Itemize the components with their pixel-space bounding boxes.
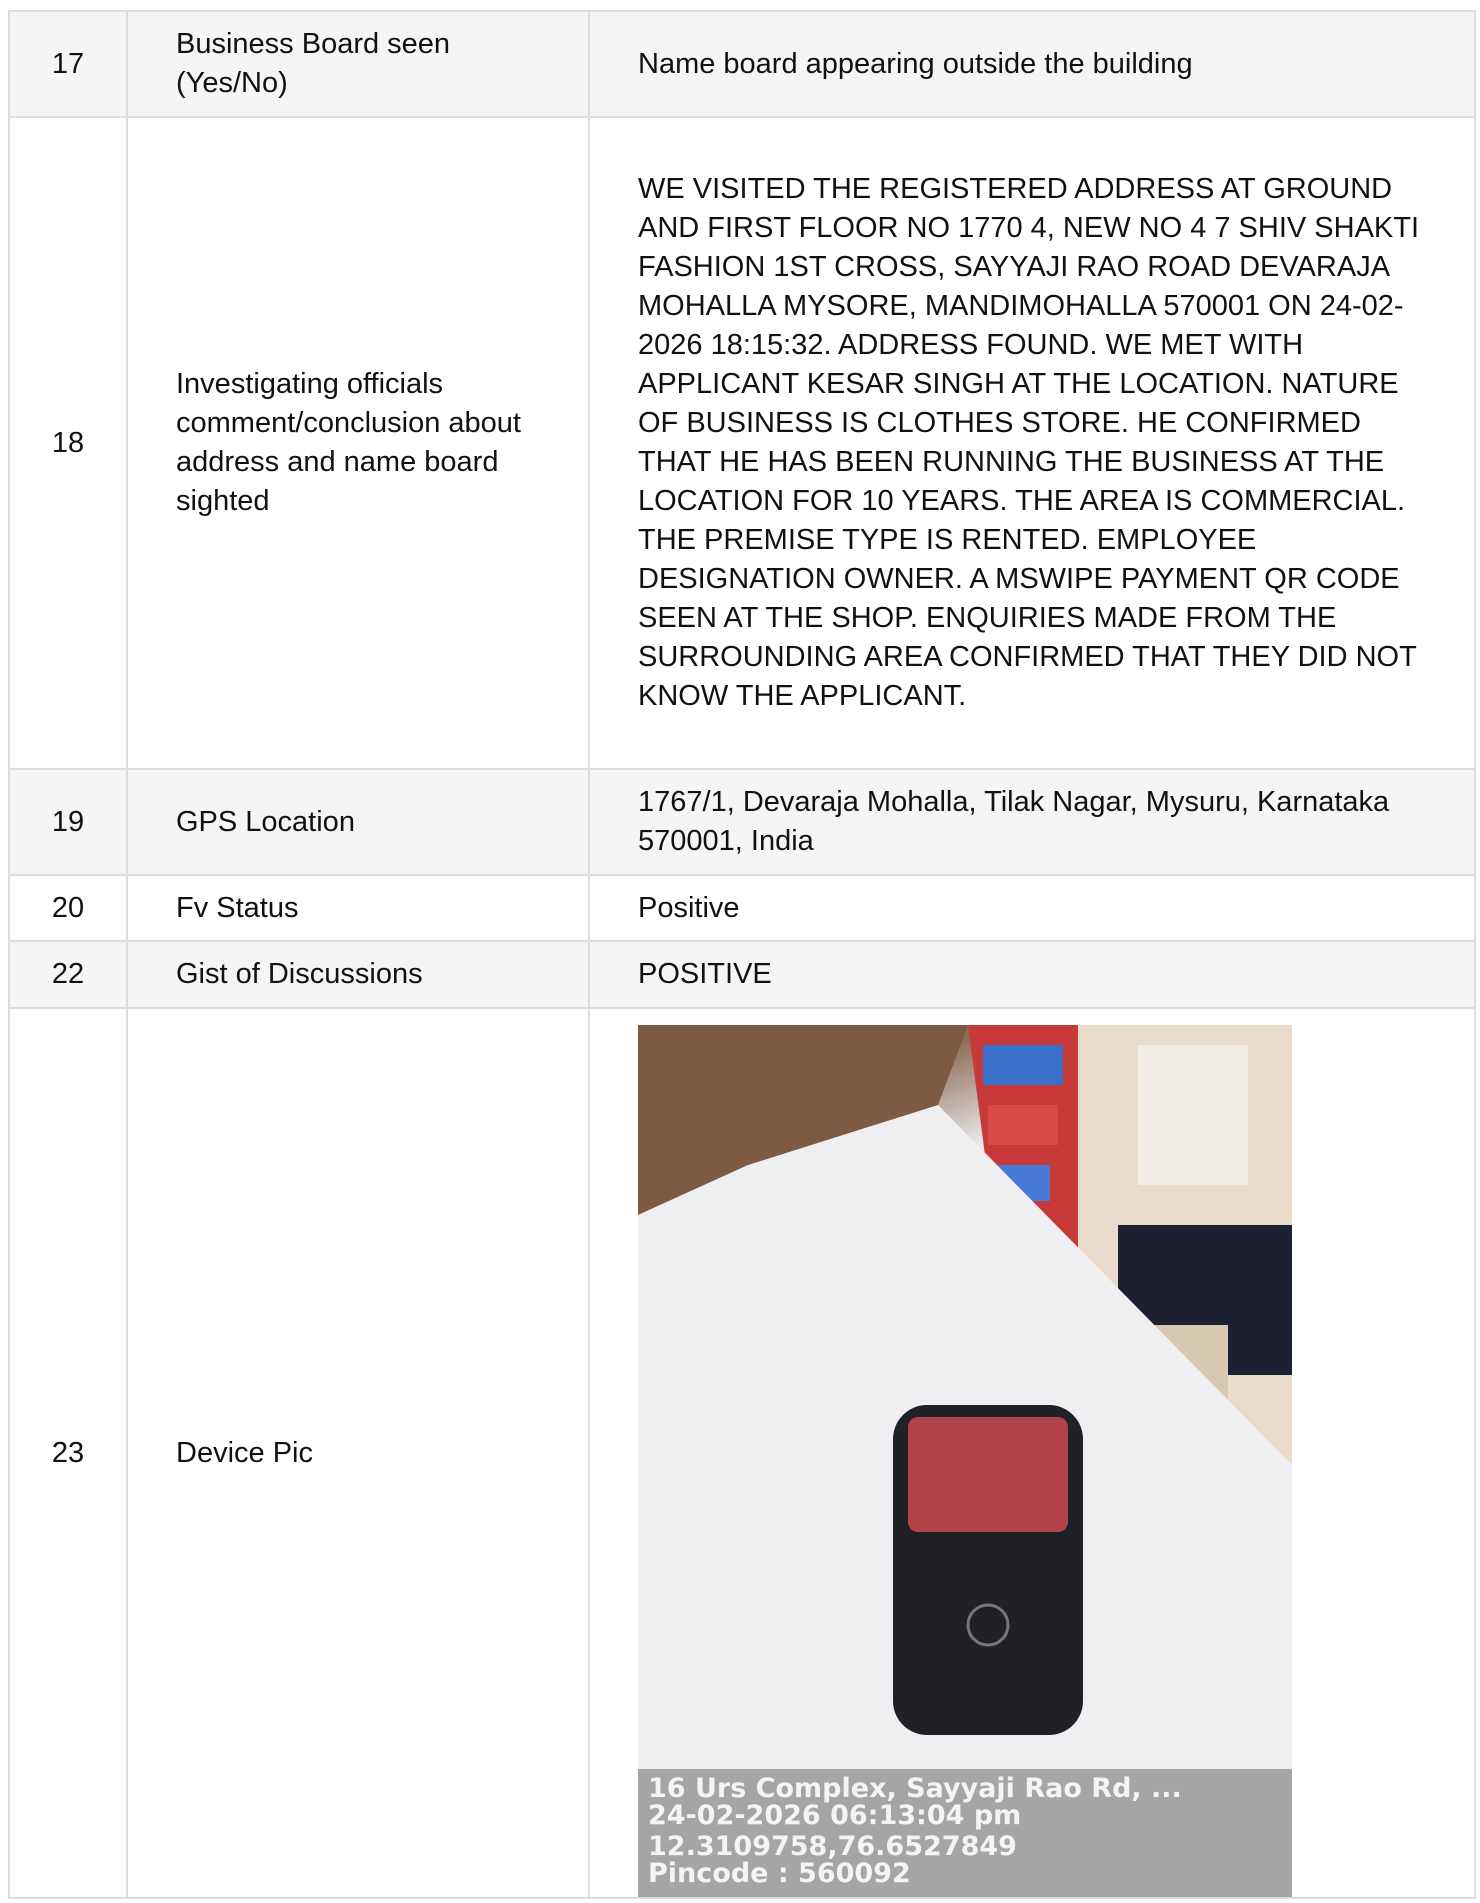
row-label: GPS Location <box>126 768 590 876</box>
table-row: 18 Investigating officials comment/concl… <box>8 116 1476 770</box>
overlay-address: 16 Urs Complex, Sayyaji Rao Rd, ... <box>648 1773 1182 1804</box>
row-label: Business Board seen (Yes/No) <box>126 10 590 118</box>
row-label: Fv Status <box>126 874 590 942</box>
row-number: 17 <box>8 10 128 118</box>
overlay-pincode: Pincode : 560092 <box>648 1858 911 1889</box>
overlay-coordinates: 12.3109758,76.6527849 <box>648 1831 1017 1862</box>
row-value: WE VISITED THE REGISTERED ADDRESS AT GRO… <box>588 116 1476 770</box>
row-value: 1767/1, Devaraja Mohalla, Tilak Nagar, M… <box>588 768 1476 876</box>
row-number: 23 <box>8 1007 128 1899</box>
table-row: 19 GPS Location 1767/1, Devaraja Mohalla… <box>8 768 1476 876</box>
table-row: 20 Fv Status Positive <box>8 874 1476 942</box>
row-label: Device Pic <box>126 1007 590 1899</box>
table-row: 23 Device Pic 16 Urs Complex, Sayyaji Ra… <box>8 1007 1476 1899</box>
photo-timestamp-overlay: 16 Urs Complex, Sayyaji Rao Rd, ... 24-0… <box>638 1769 1292 1897</box>
row-label: Investigating officials comment/conclusi… <box>126 116 590 770</box>
row-label: Gist of Discussions <box>126 940 590 1009</box>
row-number: 22 <box>8 940 128 1009</box>
row-number: 19 <box>8 768 128 876</box>
device-photo-illustration <box>638 1025 1292 1897</box>
table-row: 17 Business Board seen (Yes/No) Name boa… <box>8 10 1476 118</box>
row-value: POSITIVE <box>588 940 1476 1009</box>
row-number: 20 <box>8 874 128 942</box>
overlay-datetime: 24-02-2026 06:13:04 pm <box>648 1800 1022 1831</box>
row-value: Name board appearing outside the buildin… <box>588 10 1476 118</box>
row-number: 18 <box>8 116 128 770</box>
row-value: Positive <box>588 874 1476 942</box>
table-row: 22 Gist of Discussions POSITIVE <box>8 940 1476 1009</box>
verification-report-table: 17 Business Board seen (Yes/No) Name boa… <box>8 10 1476 1899</box>
row-value: 16 Urs Complex, Sayyaji Rao Rd, ... 24-0… <box>588 1007 1476 1899</box>
device-photo: 16 Urs Complex, Sayyaji Rao Rd, ... 24-0… <box>638 1025 1292 1897</box>
